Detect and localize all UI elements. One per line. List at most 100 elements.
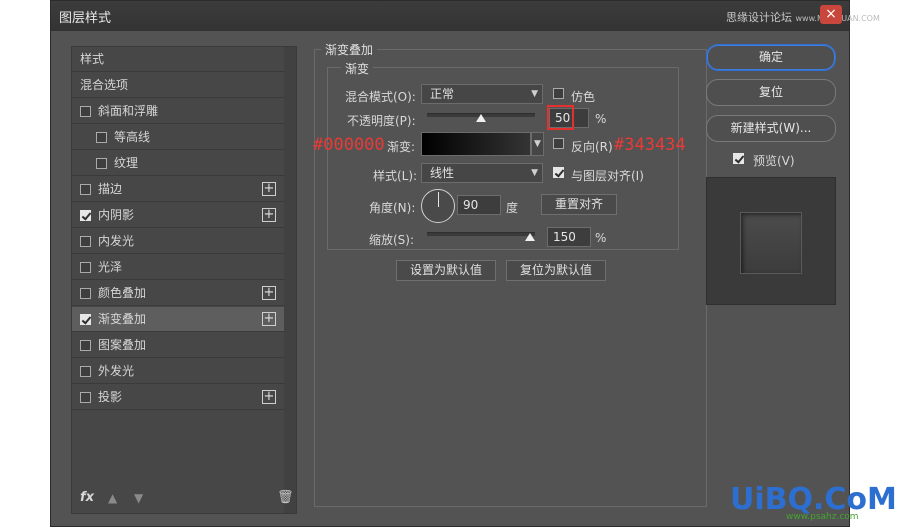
layer-style-dialog: 图层样式 思缘设计论坛 www.MISSYUAN.COM × fx ▲ ▼ 🗑 … <box>50 0 880 527</box>
reverse-label: 反向(R) <box>571 140 613 154</box>
style-item-label: 投影 <box>98 390 123 404</box>
preview-swatch <box>740 212 802 274</box>
scale-label: 缩放(S): <box>369 233 415 247</box>
style-item-1[interactable]: 混合选项 <box>72 73 284 98</box>
opacity-label: 不透明度(P): <box>347 114 416 128</box>
new-style-button[interactable]: 新建样式(W)... <box>706 115 836 142</box>
angle-input[interactable]: 90 <box>457 195 501 215</box>
site-logo-url: www.psahz.com <box>786 512 859 522</box>
gradient-label: 渐变: <box>387 140 416 154</box>
add-effect-plus-icon[interactable]: + <box>262 182 276 196</box>
gradient-style-select[interactable]: 线性 ▼ <box>421 163 543 183</box>
style-item-3[interactable]: 等高线 <box>72 125 284 150</box>
style-item-label: 光泽 <box>98 260 123 274</box>
blend-mode-label: 混合模式(O): <box>345 90 416 104</box>
style-item-checkbox[interactable] <box>80 262 91 273</box>
annotation-left-color: #000000 <box>313 135 385 155</box>
opacity-slider[interactable] <box>427 113 535 122</box>
style-item-label: 描边 <box>98 182 123 196</box>
align-with-layer-checkbox[interactable] <box>553 167 564 178</box>
angle-dial[interactable] <box>421 189 455 223</box>
section-title: 渐变叠加 <box>321 41 378 58</box>
style-item-8[interactable]: 光泽 <box>72 255 284 280</box>
style-item-label: 外发光 <box>98 364 135 378</box>
style-item-2[interactable]: 斜面和浮雕 <box>72 99 284 124</box>
opacity-highlight <box>547 105 574 130</box>
reset-align-button[interactable]: 重置对齐 <box>541 194 617 215</box>
angle-label: 角度(N): <box>369 201 416 215</box>
add-effect-plus-icon[interactable]: + <box>262 390 276 404</box>
annotation-right-color: #343434 <box>614 135 686 155</box>
style-item-checkbox[interactable] <box>80 184 91 195</box>
scale-input[interactable]: 150 <box>547 227 591 247</box>
style-item-label: 斜面和浮雕 <box>98 104 159 118</box>
set-default-button[interactable]: 设置为默认值 <box>396 260 496 281</box>
gradient-picker-chevron-icon[interactable]: ▼ <box>531 132 544 156</box>
style-item-label: 纹理 <box>114 156 139 170</box>
style-item-13[interactable]: 投影 + <box>72 385 284 410</box>
style-item-label: 内发光 <box>98 234 135 248</box>
scale-unit: % <box>595 231 607 245</box>
chevron-down-icon: ▼ <box>531 89 538 99</box>
style-item-checkbox[interactable] <box>80 340 91 351</box>
close-button[interactable]: × <box>820 5 842 24</box>
preview-checkbox[interactable] <box>733 153 744 164</box>
move-up-icon[interactable]: ▲ <box>108 491 117 505</box>
add-effect-plus-icon[interactable]: + <box>262 286 276 300</box>
style-list: fx ▲ ▼ 🗑 样式混合选项斜面和浮雕等高线纹理描边 + 内阴影 + 内发光光泽颜色叠… <box>71 46 297 514</box>
style-item-label: 内阴影 <box>98 208 135 222</box>
fx-icon[interactable]: fx <box>80 490 94 505</box>
style-item-checkbox[interactable] <box>80 236 91 247</box>
style-item-checkbox[interactable] <box>80 366 91 377</box>
opacity-slider-thumb[interactable] <box>476 114 486 122</box>
style-item-11[interactable]: 图案叠加 <box>72 333 284 358</box>
reverse-checkbox[interactable] <box>553 138 564 149</box>
reset-button[interactable]: 复位 <box>706 79 836 106</box>
style-item-9[interactable]: 颜色叠加 + <box>72 281 284 306</box>
opacity-unit: % <box>595 112 607 126</box>
reset-default-button[interactable]: 复位为默认值 <box>506 260 606 281</box>
style-item-label: 等高线 <box>114 130 151 144</box>
style-item-0[interactable]: 样式 <box>72 47 284 72</box>
blend-mode-select[interactable]: 正常 ▼ <box>421 84 543 104</box>
style-item-checkbox[interactable] <box>80 314 91 325</box>
style-item-label: 渐变叠加 <box>98 312 147 326</box>
style-item-4[interactable]: 纹理 <box>72 151 284 176</box>
style-item-label: 样式 <box>80 52 105 66</box>
style-item-checkbox[interactable] <box>80 210 91 221</box>
style-item-7[interactable]: 内发光 <box>72 229 284 254</box>
style-item-5[interactable]: 描边 + <box>72 177 284 202</box>
style-item-12[interactable]: 外发光 <box>72 359 284 384</box>
gradient-swatch[interactable] <box>421 132 531 156</box>
style-item-checkbox[interactable] <box>80 106 91 117</box>
trash-icon[interactable]: 🗑 <box>277 490 294 505</box>
style-item-checkbox[interactable] <box>96 158 107 169</box>
style-item-checkbox[interactable] <box>80 392 91 403</box>
style-item-label: 混合选项 <box>80 78 129 92</box>
style-label: 样式(L): <box>373 169 418 183</box>
list-scrollbar[interactable] <box>284 47 296 513</box>
dither-label: 仿色 <box>571 90 596 104</box>
chevron-down-icon: ▼ <box>531 168 538 178</box>
dither-checkbox[interactable] <box>553 88 564 99</box>
style-item-label: 图案叠加 <box>98 338 147 352</box>
add-effect-plus-icon[interactable]: + <box>262 312 276 326</box>
angle-unit: 度 <box>506 201 519 215</box>
preview-label: 预览(V) <box>753 154 795 168</box>
angle-dial-needle <box>438 192 439 207</box>
move-down-icon[interactable]: ▼ <box>134 491 143 505</box>
title-bar[interactable]: 图层样式 思缘设计论坛 www.MISSYUAN.COM × <box>51 1 880 31</box>
blend-mode-value: 正常 <box>430 87 455 101</box>
style-item-checkbox[interactable] <box>96 132 107 143</box>
group-title: 渐变 <box>341 60 374 77</box>
style-item-6[interactable]: 内阴影 + <box>72 203 284 228</box>
style-preview <box>706 177 836 305</box>
align-with-layer-label: 与图层对齐(I) <box>571 169 644 183</box>
list-footer: fx ▲ ▼ 🗑 <box>72 487 296 513</box>
ok-button[interactable]: 确定 <box>706 44 836 71</box>
style-item-10[interactable]: 渐变叠加 + <box>72 307 284 332</box>
scale-slider[interactable] <box>427 232 535 241</box>
add-effect-plus-icon[interactable]: + <box>262 208 276 222</box>
style-item-checkbox[interactable] <box>80 288 91 299</box>
scale-slider-thumb[interactable] <box>525 233 535 241</box>
